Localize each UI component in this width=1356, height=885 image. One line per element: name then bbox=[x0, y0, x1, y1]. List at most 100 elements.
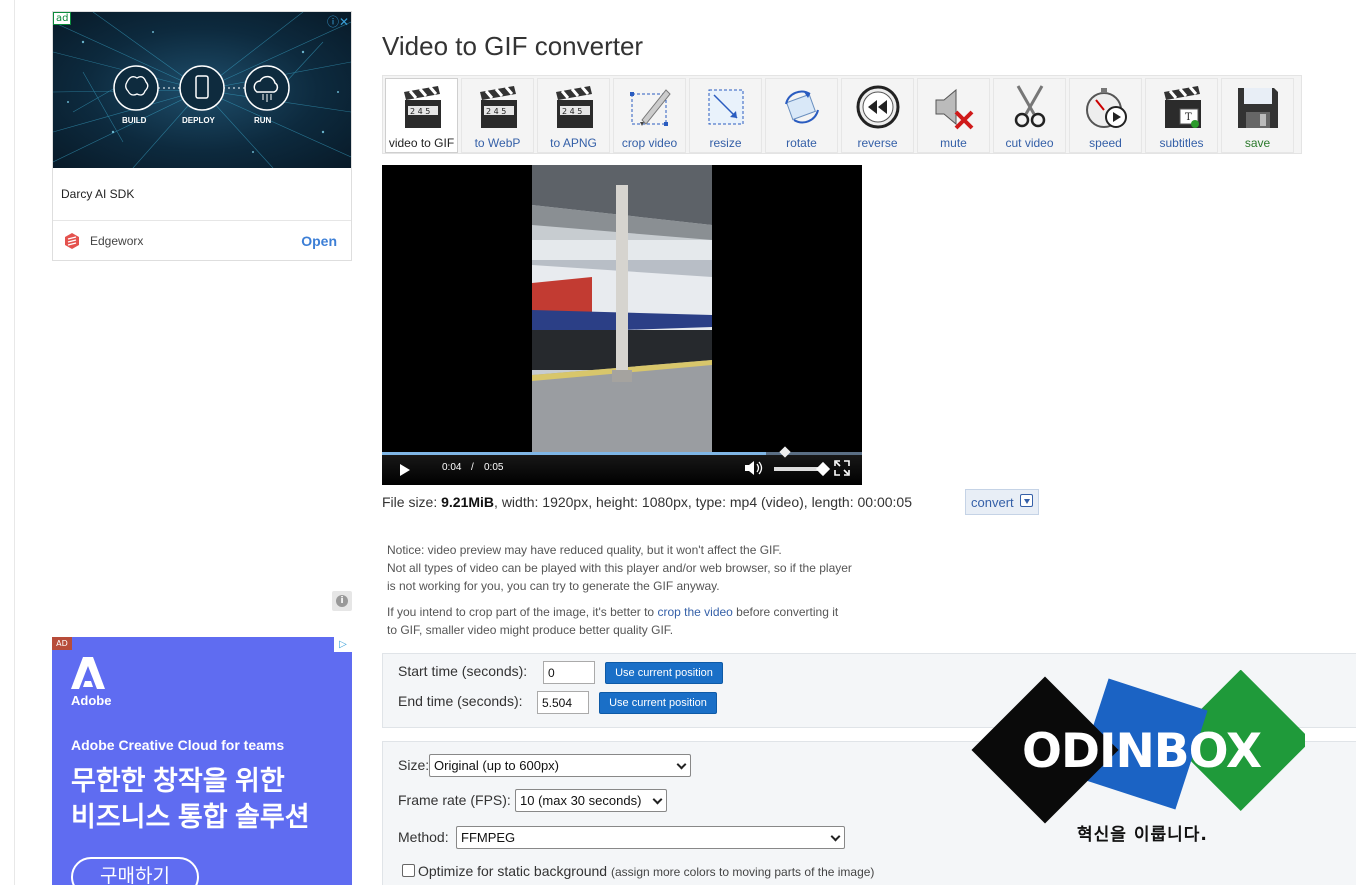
svg-text:2 4 5: 2 4 5 bbox=[410, 107, 430, 116]
tool-label: to WebP bbox=[474, 136, 521, 150]
adchoices-icon[interactable]: ⓘ✕ bbox=[327, 13, 349, 30]
adobe-logo-icon bbox=[71, 657, 105, 689]
tool-label: save bbox=[1244, 136, 1271, 150]
size-select-value: Original (up to 600px) bbox=[434, 758, 560, 773]
video-controls: 0:04 / 0:05 bbox=[382, 446, 862, 485]
start-time-label: Start time (seconds): bbox=[398, 663, 528, 679]
volume-icon[interactable] bbox=[744, 460, 764, 476]
chevron-down-icon bbox=[830, 831, 841, 842]
tool-save[interactable]: save bbox=[1221, 78, 1294, 153]
svg-text:2 4 5: 2 4 5 bbox=[562, 107, 582, 116]
tool-video-to-gif[interactable]: 2 4 5 video to GIF bbox=[385, 78, 458, 153]
watermark-tagline: 혁신을 이룹니다. bbox=[1077, 825, 1208, 845]
optimize-note: (assign more colors to moving parts of t… bbox=[610, 865, 875, 879]
end-time-label: End time (seconds): bbox=[398, 693, 523, 709]
chevron-down-icon bbox=[676, 759, 687, 770]
ad-badge: ad bbox=[53, 12, 72, 25]
chevron-down-icon bbox=[652, 794, 663, 805]
fullscreen-icon[interactable] bbox=[834, 460, 850, 476]
tool-label: video to GIF bbox=[388, 136, 455, 150]
file-info: File size: 9.21MiB, width: 1920px, heigh… bbox=[382, 494, 912, 510]
tool-to-apng[interactable]: 2 4 5 to APNG bbox=[537, 78, 610, 153]
ad-title[interactable]: Darcy AI SDK bbox=[61, 187, 134, 201]
ad-label-build: BUILD bbox=[122, 116, 147, 125]
ad-label-deploy: DEPLOY bbox=[182, 116, 215, 125]
watermark-name: ODINBOX bbox=[1022, 724, 1262, 779]
ad-label-run: RUN bbox=[254, 116, 272, 125]
video-frame bbox=[532, 165, 712, 455]
end-use-current-button[interactable]: Use current position bbox=[599, 692, 717, 714]
notice-crop-prefix: If you intend to crop part of the image,… bbox=[387, 605, 658, 619]
ad-headline: 무한한 창작을 위한 비즈니스 통합 솔루션 bbox=[71, 763, 351, 835]
end-time-input[interactable] bbox=[537, 691, 589, 714]
optimize-label[interactable]: Optimize for static background (assign m… bbox=[418, 863, 874, 879]
method-label: Method: bbox=[398, 829, 449, 845]
fps-label: Frame rate (FPS): bbox=[398, 792, 511, 808]
file-size: 9.21MiB bbox=[441, 494, 495, 510]
ad-banner-image[interactable]: BUILD DEPLOY RUN ad ⓘ✕ bbox=[53, 12, 351, 168]
notice-line-4: If you intend to crop part of the image,… bbox=[387, 603, 838, 621]
mute-icon bbox=[935, 88, 974, 130]
tool-label: cut video bbox=[1005, 136, 1054, 150]
crop-video-link[interactable]: crop the video bbox=[657, 605, 732, 619]
tool-mute[interactable]: mute bbox=[917, 78, 990, 153]
sidebar-ad-bottom[interactable]: AD ▷ Adobe Adobe Creative Cloud for team… bbox=[52, 637, 352, 885]
notice-line-2: Not all types of video can be played wit… bbox=[387, 561, 852, 575]
fps-select-value: 10 (max 30 seconds) bbox=[520, 793, 642, 808]
notice-line-1: Notice: video preview may have reduced q… bbox=[387, 543, 782, 557]
crop-icon bbox=[630, 89, 671, 126]
ad-buy-button[interactable]: 구매하기 bbox=[71, 857, 199, 885]
floppy-disk-icon bbox=[1238, 88, 1278, 128]
edgeworx-logo-icon bbox=[65, 233, 79, 249]
seek-handle[interactable] bbox=[779, 446, 791, 458]
tool-label: subtitles bbox=[1159, 136, 1204, 150]
optimize-label-text: Optimize for static background bbox=[418, 863, 608, 879]
volume-handle[interactable] bbox=[815, 461, 831, 477]
notice-line-5: to GIF, smaller video might produce bett… bbox=[387, 623, 674, 637]
sidebar-ad-top[interactable]: BUILD DEPLOY RUN ad ⓘ✕ Darcy AI SDK Edge… bbox=[52, 11, 352, 261]
svg-text:T: T bbox=[1185, 112, 1192, 123]
convert-button[interactable]: convert bbox=[965, 489, 1039, 515]
ad-headline-line-2: 비즈니스 통합 솔루션 bbox=[71, 802, 310, 832]
video-player[interactable]: 0:04 / 0:05 bbox=[382, 165, 862, 485]
stopwatch-icon bbox=[1086, 88, 1127, 128]
notice-line-3: is not working for you, you can try to g… bbox=[387, 579, 720, 593]
ad-open-button[interactable]: Open bbox=[301, 233, 337, 249]
rotate-icon bbox=[785, 90, 819, 124]
resize-icon bbox=[708, 89, 744, 125]
file-info-prefix: File size: bbox=[382, 494, 442, 510]
page-title: Video to GIF converter bbox=[382, 31, 644, 61]
current-time: 0:04 bbox=[442, 462, 462, 473]
method-select[interactable]: FFMPEG bbox=[456, 826, 845, 849]
clapperboard-icon: 2 4 5 bbox=[556, 86, 593, 128]
fps-select[interactable]: 10 (max 30 seconds) bbox=[515, 789, 667, 812]
optimize-checkbox[interactable] bbox=[402, 864, 415, 877]
start-time-input[interactable] bbox=[543, 661, 595, 684]
tool-reverse[interactable]: reverse bbox=[841, 78, 914, 153]
tool-label: to APNG bbox=[550, 136, 597, 150]
size-label: Size: bbox=[398, 757, 430, 773]
tool-label: crop video bbox=[621, 136, 678, 150]
tool-toolbar: 2 4 5 video to GIF 2 4 5 to WebP 2 4 5 t… bbox=[382, 75, 1302, 154]
tool-subtitles[interactable]: T subtitles bbox=[1145, 78, 1218, 153]
page-left-border bbox=[14, 0, 15, 885]
tool-cut-video[interactable]: cut video bbox=[993, 78, 1066, 153]
clapperboard-icon: 2 4 5 bbox=[404, 86, 441, 128]
adchoices-icon[interactable]: ▷ bbox=[334, 637, 352, 652]
tool-speed[interactable]: speed bbox=[1069, 78, 1142, 153]
method-select-value: FFMPEG bbox=[461, 830, 516, 845]
tool-rotate[interactable]: rotate bbox=[765, 78, 838, 153]
play-icon[interactable] bbox=[400, 464, 410, 476]
ad-subtitle: Adobe Creative Cloud for teams bbox=[71, 737, 285, 753]
tool-label: resize bbox=[709, 136, 742, 150]
tool-to-webp[interactable]: 2 4 5 to WebP bbox=[461, 78, 534, 153]
rewind-icon bbox=[856, 85, 900, 129]
tool-resize[interactable]: resize bbox=[689, 78, 762, 153]
tool-crop-video[interactable]: crop video bbox=[613, 78, 686, 153]
ad-info-icon[interactable]: i bbox=[332, 591, 352, 611]
tool-label: reverse bbox=[857, 136, 898, 150]
ad-divider bbox=[53, 220, 351, 221]
size-select[interactable]: Original (up to 600px) bbox=[429, 754, 691, 777]
tool-label: rotate bbox=[786, 136, 817, 150]
start-use-current-button[interactable]: Use current position bbox=[605, 662, 723, 684]
